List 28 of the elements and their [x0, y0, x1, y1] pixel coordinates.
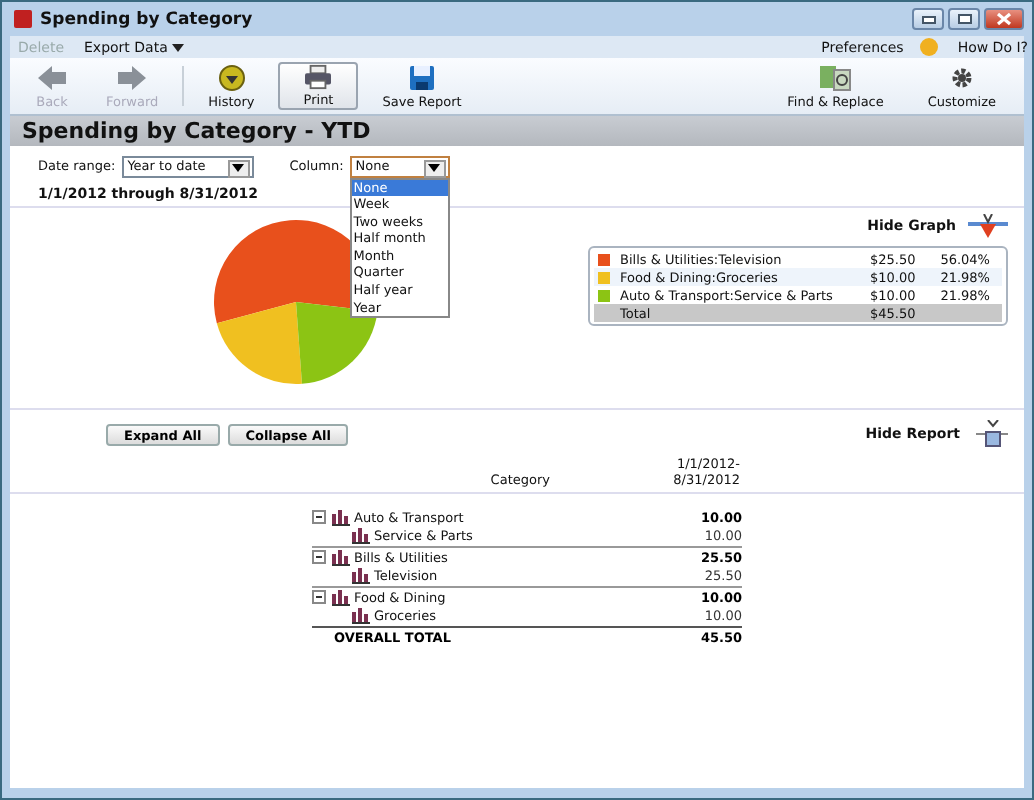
window-title: Spending by Category [40, 9, 253, 29]
bar-chart-icon[interactable] [332, 509, 350, 526]
close-icon [996, 12, 1012, 26]
close-button[interactable] [984, 8, 1024, 30]
bar-chart-icon[interactable] [352, 608, 370, 625]
maximize-button[interactable] [948, 8, 980, 30]
bar-chart-icon[interactable] [352, 568, 370, 585]
forward-arrow-icon [116, 63, 149, 91]
help-icon [919, 38, 938, 56]
minimize-button[interactable] [912, 8, 944, 30]
history-icon [215, 63, 248, 91]
collapse-toggle-icon[interactable] [312, 590, 326, 605]
printer-icon [302, 64, 335, 90]
collapse-toggle-icon[interactable] [312, 510, 326, 525]
settings-icon [949, 63, 974, 91]
app-icon [14, 10, 32, 28]
caret-icon [428, 164, 441, 172]
bar-chart-icon[interactable] [332, 589, 350, 606]
bar-chart-icon[interactable] [352, 528, 370, 545]
report-title: Spending by Category - YTD [10, 116, 1024, 146]
caret-icon [232, 164, 245, 172]
chart-icon [968, 214, 1008, 238]
bar-chart-icon[interactable] [332, 549, 350, 566]
collapse-toggle-icon[interactable] [312, 550, 326, 565]
report-icon [976, 420, 1008, 448]
back-arrow-icon [36, 63, 68, 91]
caret-icon [171, 43, 184, 51]
find-replace-icon [817, 63, 854, 91]
